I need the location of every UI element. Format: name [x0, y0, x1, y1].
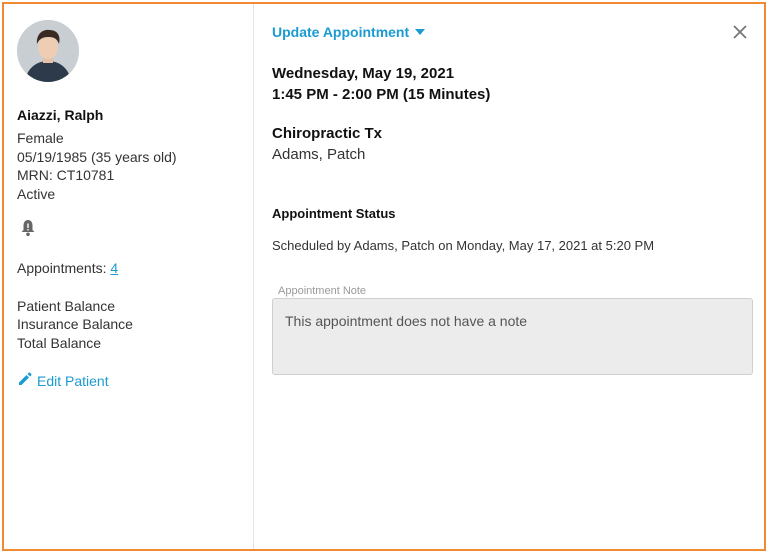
appointment-popup: Aiazzi, Ralph Female 05/19/1985 (35 year… [2, 2, 766, 551]
total-balance-label: Total Balance [17, 335, 102, 351]
close-icon[interactable] [732, 24, 748, 40]
appointment-note-label: Appointment Note [278, 285, 367, 297]
caret-down-icon [415, 29, 426, 35]
appointment-status-title: Appointment Status [272, 206, 396, 221]
patient-mrn: MRN: CT10781 [17, 167, 115, 183]
appointment-service: Chiropractic Tx [272, 125, 383, 142]
appointments-summary: Appointments: 4 [17, 260, 118, 276]
pencil-icon [17, 371, 33, 390]
patient-balance-label: Patient Balance [17, 298, 116, 314]
insurance-balance-label: Insurance Balance [17, 316, 133, 332]
appointments-count-link[interactable]: 4 [110, 260, 118, 276]
appointment-note-field[interactable]: This appointment does not have a note [272, 298, 753, 375]
edit-patient-label: Edit Patient [37, 372, 109, 389]
appointments-label: Appointments: [17, 260, 111, 276]
appointment-panel: Update Appointment Wednesday, May 19, 20… [255, 4, 764, 549]
avatar [17, 20, 79, 82]
appointment-provider: Adams, Patch [272, 146, 366, 163]
patient-name: Aiazzi, Ralph [17, 107, 104, 123]
patient-panel: Aiazzi, Ralph Female 05/19/1985 (35 year… [4, 4, 254, 549]
edit-patient-button[interactable]: Edit Patient [17, 371, 109, 390]
patient-status: Active [17, 186, 56, 202]
update-appointment-label: Update Appointment [272, 24, 410, 40]
patient-gender: Female [17, 130, 64, 146]
bell-icon[interactable] [20, 219, 36, 237]
appointment-date: Wednesday, May 19, 2021 [272, 65, 455, 82]
appointment-status-text: Scheduled by Adams, Patch on Monday, May… [272, 238, 655, 253]
appointment-time: 1:45 PM - 2:00 PM (15 Minutes) [272, 86, 491, 103]
update-appointment-dropdown[interactable]: Update Appointment [272, 24, 426, 40]
patient-dob: 05/19/1985 (35 years old) [17, 149, 177, 165]
appointment-note-text: This appointment does not have a note [285, 313, 528, 329]
